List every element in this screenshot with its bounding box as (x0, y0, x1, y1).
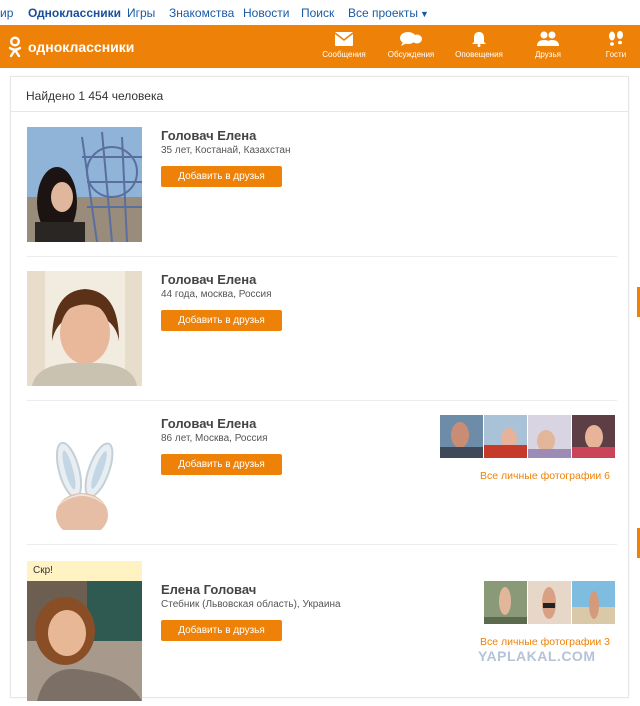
user-photo-icon (27, 561, 142, 701)
avatar[interactable] (27, 271, 142, 386)
nav-notifications-label: Оповещения (455, 50, 503, 59)
search-results-panel: Найдено 1 454 человека Головач Елена 35 … (10, 76, 629, 701)
photo-icon (440, 415, 483, 458)
avatar[interactable]: Скр! (27, 561, 142, 701)
nav-friends-label: Друзья (535, 50, 561, 59)
all-photos-link[interactable]: Все личные фотографии 3 (480, 636, 610, 648)
topnav-all-projects[interactable]: Все проекты ▼ (348, 6, 429, 20)
bell-icon (472, 32, 486, 47)
photo-icon (484, 581, 527, 624)
divider (27, 256, 617, 257)
chevron-down-icon: ▼ (420, 9, 429, 19)
photo-thumbnails (484, 581, 615, 624)
watermark: YAPLAKAL.COM (478, 648, 596, 664)
envelope-icon (334, 32, 354, 46)
chat-bubbles-icon (400, 32, 422, 46)
divider (27, 400, 617, 401)
nav-guests-label: Гости (605, 50, 627, 59)
logo-text: одноклассники (28, 39, 135, 55)
user-info: Стебник (Львовская область), Украина (161, 599, 341, 610)
photo-thumbnail[interactable] (572, 415, 615, 458)
promo-tag: Скр! (27, 561, 142, 581)
user-name[interactable]: Елена Головач (161, 582, 256, 597)
nav-guests[interactable]: Гости (586, 31, 640, 59)
result-card: Головач Елена 86 лет, Москва, Россия Доб… (11, 415, 628, 560)
photo-thumbnail[interactable] (528, 415, 571, 458)
result-card: Головач Елена 44 года, москва, Россия До… (11, 271, 628, 416)
nav-notifications[interactable]: Оповещения (449, 31, 509, 59)
user-name[interactable]: Головач Елена (161, 416, 256, 431)
result-card: Скр! Елена Головач Стебник (Львовская об… (11, 561, 628, 706)
topnav-link-search[interactable]: Поиск (301, 6, 334, 20)
user-info: 86 лет, Москва, Россия (161, 433, 268, 444)
site-logo[interactable]: одноклассники (8, 34, 134, 60)
top-navigation: ир Одноклассники Игры Знакомства Новости… (0, 0, 640, 25)
photo-thumbnail[interactable] (528, 581, 571, 624)
main-header: одноклассники Сообщения Обсуждения Опове… (0, 25, 640, 68)
friends-icon (537, 31, 559, 46)
add-friend-button[interactable]: Добавить в друзья (161, 166, 282, 187)
nav-discussions[interactable]: Обсуждения (381, 31, 441, 59)
topnav-link-news[interactable]: Новости (243, 6, 289, 20)
footprints-icon (609, 31, 623, 46)
nav-friends[interactable]: Друзья (518, 31, 578, 59)
topnav-link-dating[interactable]: Знакомства (169, 6, 234, 20)
result-card: Головач Елена 35 лет, Костанай, Казахста… (11, 127, 628, 272)
user-info: 35 лет, Костанай, Казахстан (161, 145, 291, 156)
add-friend-button[interactable]: Добавить в друзья (161, 620, 282, 641)
user-info: 44 года, москва, Россия (161, 289, 272, 300)
nav-messages[interactable]: Сообщения (314, 31, 374, 59)
photo-icon (528, 415, 571, 458)
user-photo-icon (27, 127, 142, 242)
photo-thumbnail[interactable] (572, 581, 615, 624)
photo-icon (528, 581, 571, 624)
add-friend-button[interactable]: Добавить в друзья (161, 310, 282, 331)
photo-thumbnail[interactable] (484, 581, 527, 624)
results-count: Найдено 1 454 человека (26, 89, 164, 103)
user-name[interactable]: Головач Елена (161, 272, 256, 287)
all-projects-label: Все проекты (348, 6, 419, 20)
photo-thumbnails (440, 415, 615, 458)
divider (11, 111, 628, 112)
nav-discussions-label: Обсуждения (387, 50, 435, 59)
divider (27, 544, 617, 545)
nav-messages-label: Сообщения (322, 50, 366, 59)
add-friend-button[interactable]: Добавить в друзья (161, 454, 282, 475)
user-photo-icon (27, 415, 142, 530)
avatar[interactable] (27, 415, 142, 530)
user-name[interactable]: Головач Елена (161, 128, 256, 143)
photo-icon (572, 581, 615, 624)
all-photos-link[interactable]: Все личные фотографии 6 (480, 470, 610, 482)
photo-icon (484, 415, 527, 458)
photo-thumbnail[interactable] (440, 415, 483, 458)
photo-thumbnail[interactable] (484, 415, 527, 458)
avatar[interactable] (27, 127, 142, 242)
ok-logo-icon (8, 36, 22, 58)
photo-icon (572, 415, 615, 458)
user-photo-icon (27, 271, 142, 386)
topnav-link-partial[interactable]: ир (0, 6, 13, 20)
topnav-link-odnoklassniki[interactable]: Одноклассники (28, 6, 121, 20)
topnav-link-games[interactable]: Игры (127, 6, 155, 20)
